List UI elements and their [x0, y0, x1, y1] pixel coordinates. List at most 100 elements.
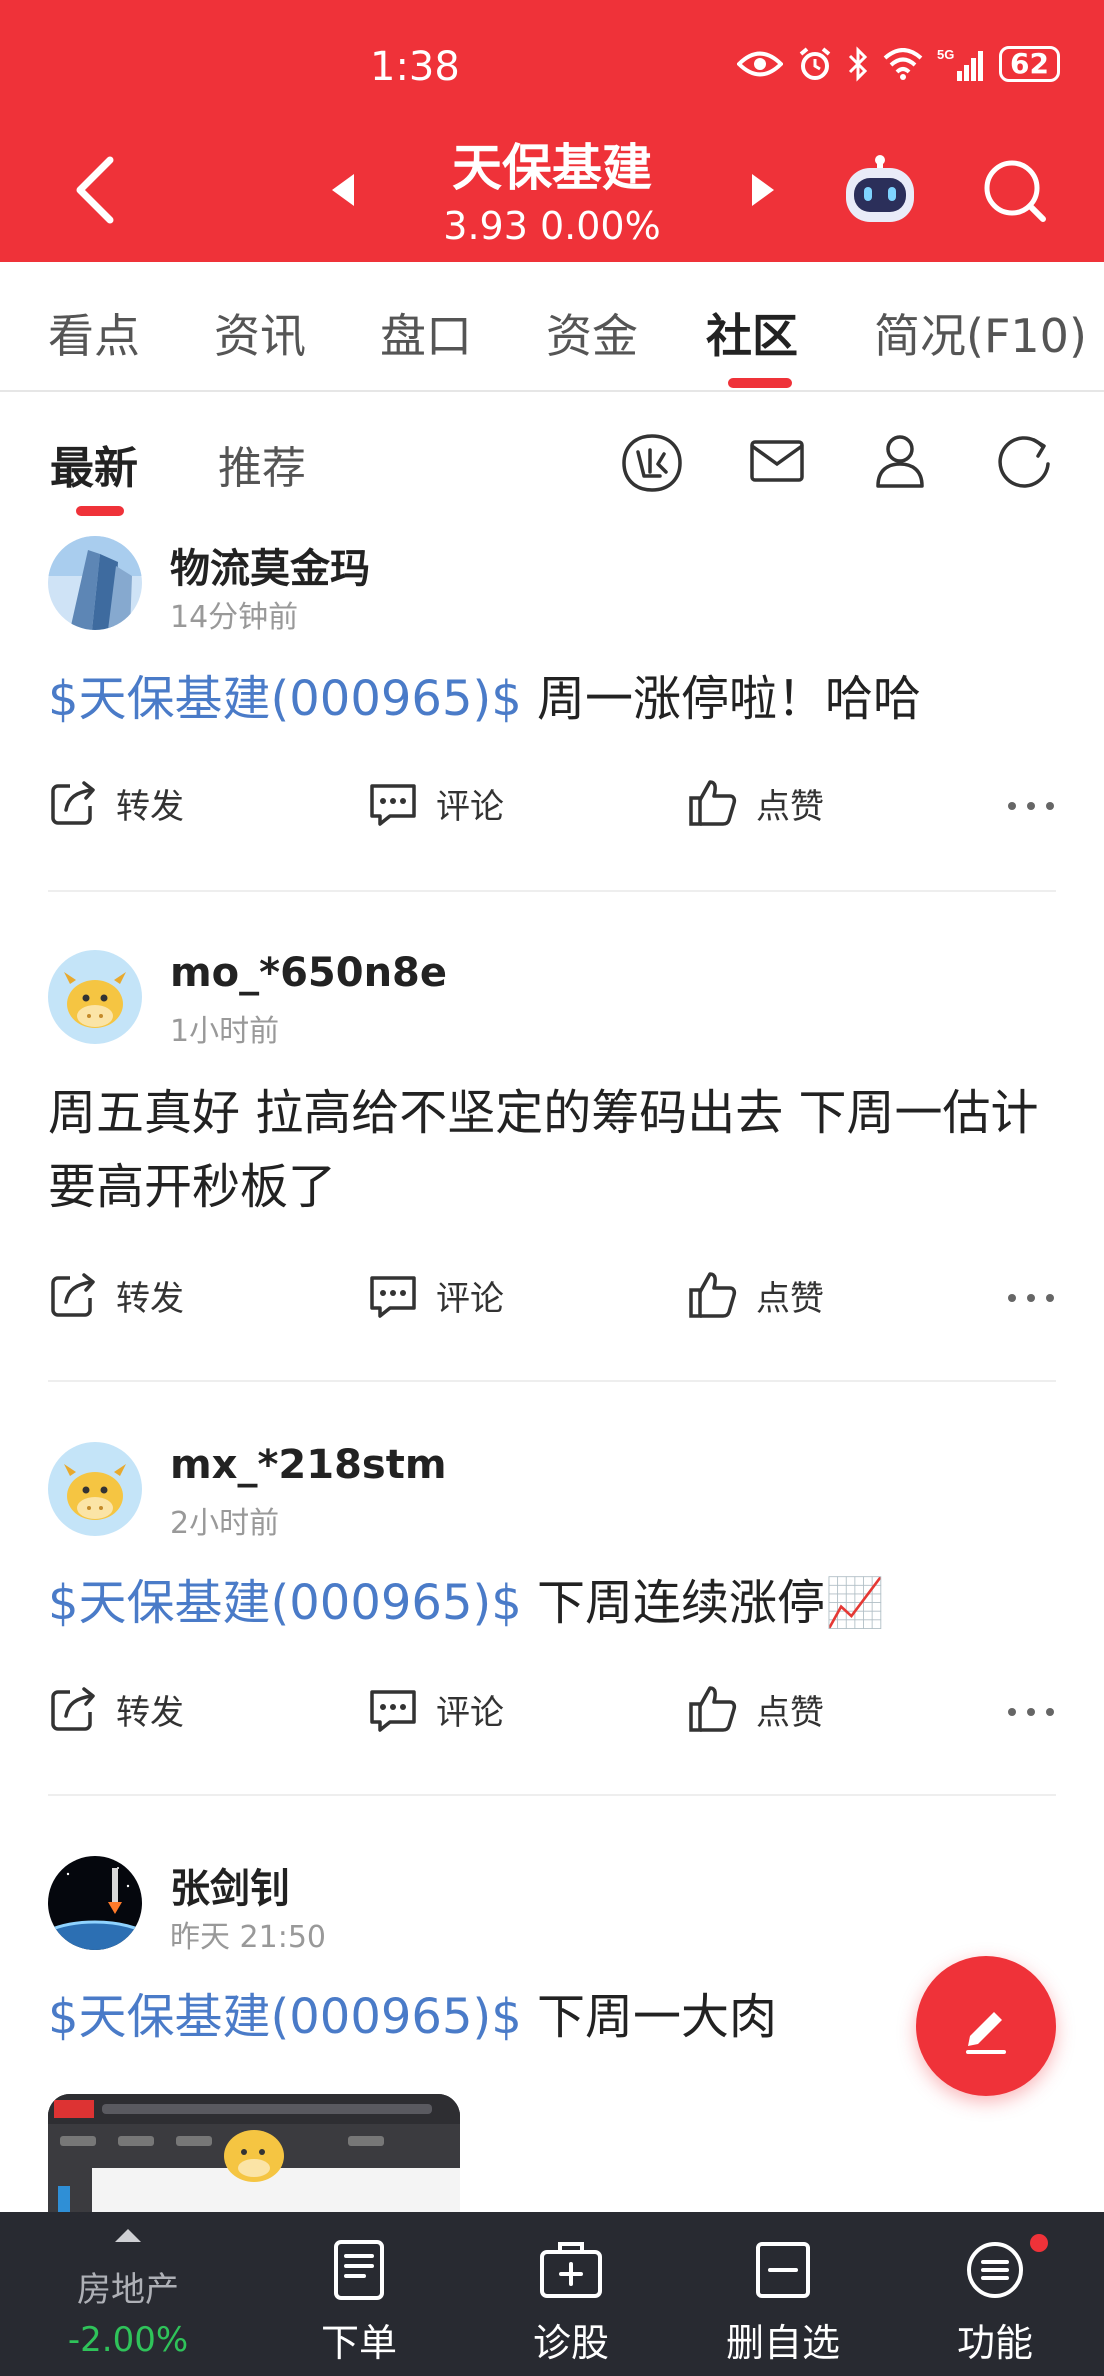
compose-post-button[interactable]	[916, 1956, 1056, 2096]
wifi-icon	[883, 48, 923, 80]
post-text[interactable]: $天保基建(000965)$ 下周连续涨停📈	[48, 1566, 1056, 1640]
community-badge-icon[interactable]	[620, 432, 684, 494]
like-button[interactable]: 点赞	[688, 1270, 824, 1320]
tab-funds[interactable]: 资金	[546, 300, 638, 366]
forward-icon	[51, 1687, 95, 1731]
post-body: 下周一大肉	[521, 1989, 778, 2045]
refresh-icon[interactable]	[994, 432, 1054, 492]
active-subtab-indicator	[76, 506, 124, 516]
forward-icon	[51, 781, 95, 825]
avatar[interactable]	[48, 1856, 142, 1950]
username[interactable]: 物流莫金玛	[170, 536, 370, 594]
status-icons: 5G 62	[737, 46, 1060, 82]
diagnose-stock-label: 诊股	[532, 2321, 609, 2365]
functions-button[interactable]: 功能	[890, 2212, 1100, 2376]
eye-icon	[737, 51, 784, 77]
post-time: 2小时前	[170, 1506, 280, 1541]
sector-change: -2.00%	[67, 2320, 189, 2360]
stock-tag-link[interactable]: $天保基建(000965)$	[48, 1575, 522, 1631]
subtab-recommended[interactable]: 推荐	[218, 432, 306, 496]
place-order-label: 下单	[320, 2321, 397, 2365]
like-label: 点赞	[756, 1692, 824, 1733]
forward-button[interactable]: 转发	[48, 1270, 184, 1320]
forward-label: 转发	[116, 786, 184, 827]
tab-highlights[interactable]: 看点	[48, 300, 140, 366]
place-order-button[interactable]: 下单	[254, 2212, 464, 2376]
comment-icon	[370, 784, 416, 826]
thumbs-up-icon	[689, 1272, 737, 1318]
bottom-toolbar: 房地产 -2.00% 下单 诊股 删自选 功能	[0, 2212, 1104, 2376]
remove-watchlist-label: 删自选	[725, 2321, 840, 2365]
thumbs-up-icon	[689, 780, 737, 826]
app-header: 1:38 5G 62 天保基建 3.93 0.00%	[0, 0, 1104, 262]
main-tab-bar: 看点 资讯 盘口 资金 社区 简况(F10)	[0, 262, 1104, 392]
stock-name: 天保基建	[452, 139, 652, 197]
forward-button[interactable]: 转发	[48, 1684, 184, 1734]
comment-button[interactable]: 评论	[368, 1270, 504, 1320]
post-time: 昨天 21:50	[170, 1920, 326, 1955]
bluetooth-icon	[848, 46, 868, 82]
comment-icon	[370, 1690, 416, 1732]
forward-button[interactable]: 转发	[48, 778, 184, 828]
like-button[interactable]: 点赞	[688, 1684, 824, 1734]
sector-indicator[interactable]: 房地产 -2.00%	[0, 2212, 256, 2376]
comment-button[interactable]: 评论	[368, 778, 504, 828]
post-body: 周五真好 拉高给不坚定的筹码出去 下周一估计要高开秒板了	[48, 1085, 1039, 1215]
remove-watchlist-button[interactable]: 删自选	[678, 2212, 888, 2376]
username[interactable]: mx_*218stm	[170, 1442, 447, 1488]
tab-community[interactable]: 社区	[706, 300, 798, 366]
avatar[interactable]	[48, 536, 142, 630]
tab-profile-f10[interactable]: 简况(F10)	[874, 300, 1087, 366]
more-options-icon[interactable]	[1006, 1706, 1056, 1718]
post-text[interactable]: 周五真好 拉高给不坚定的筹码出去 下周一估计要高开秒板了	[48, 1076, 1056, 1224]
like-label: 点赞	[756, 1278, 824, 1319]
tab-news[interactable]: 资讯	[214, 300, 306, 366]
status-time: 1:38	[370, 44, 460, 90]
avatar[interactable]	[48, 950, 142, 1044]
forward-label: 转发	[116, 1692, 184, 1733]
post-actions: 转发 评论 点赞	[48, 1684, 1056, 1744]
medical-kit-icon	[540, 2242, 602, 2298]
remove-square-icon	[756, 2242, 810, 2298]
forward-label: 转发	[116, 1278, 184, 1319]
post-text[interactable]: $天保基建(000965)$ 周一涨停啦！哈哈	[48, 662, 1056, 736]
stock-tag-link[interactable]: $天保基建(000965)$	[48, 671, 522, 727]
caret-up-icon	[115, 2229, 141, 2242]
ai-robot-icon[interactable]	[840, 152, 920, 228]
functions-label: 功能	[956, 2321, 1033, 2365]
post-body: 周一涨停啦！哈哈	[521, 671, 922, 727]
username[interactable]: 张剑钊	[170, 1856, 290, 1914]
edit-pencil-icon	[966, 2012, 1006, 2054]
tab-orderbook[interactable]: 盘口	[380, 300, 472, 366]
forward-icon	[51, 1273, 95, 1317]
like-button[interactable]: 点赞	[688, 778, 824, 828]
post-body: 下周连续涨停📈	[521, 1575, 885, 1631]
post-text[interactable]: $天保基建(000965)$ 下周一大肉	[48, 1980, 908, 2054]
post-time: 1小时前	[170, 1014, 280, 1049]
more-options-icon[interactable]	[1006, 800, 1056, 812]
mail-icon[interactable]	[748, 432, 806, 490]
stock-tag-link[interactable]: $天保基建(000965)$	[48, 1989, 522, 2045]
status-bar: 1:38 5G 62	[0, 0, 1104, 130]
comment-icon	[370, 1276, 416, 1318]
comment-label: 评论	[436, 786, 504, 827]
next-stock-icon[interactable]	[748, 170, 778, 210]
svg-text:5G: 5G	[937, 47, 954, 62]
comment-button[interactable]: 评论	[368, 1684, 504, 1734]
post-actions: 转发 评论 点赞	[48, 778, 1056, 838]
subtab-latest[interactable]: 最新	[50, 432, 138, 496]
search-icon[interactable]	[980, 156, 1050, 226]
more-options-icon[interactable]	[1006, 1292, 1056, 1304]
alarm-icon	[799, 47, 831, 80]
post-divider	[48, 1380, 1056, 1382]
order-document-icon	[334, 2240, 384, 2300]
avatar[interactable]	[48, 1442, 142, 1536]
username[interactable]: mo_*650n8e	[170, 950, 447, 996]
diagnose-stock-button[interactable]: 诊股	[466, 2212, 676, 2376]
post-time: 14分钟前	[170, 600, 299, 635]
notification-dot	[1030, 2234, 1048, 2252]
user-profile-icon[interactable]	[872, 432, 928, 490]
thumbs-up-icon	[689, 1686, 737, 1732]
battery-indicator: 62	[999, 46, 1060, 82]
active-tab-indicator	[728, 378, 792, 388]
